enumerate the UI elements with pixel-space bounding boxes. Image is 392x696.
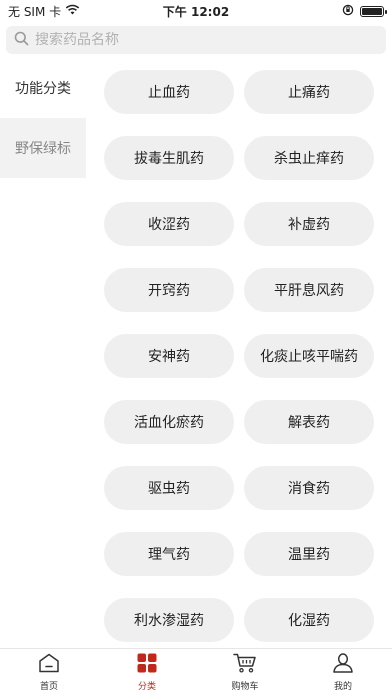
category-chip[interactable]: 利水渗湿药 [104, 598, 234, 642]
category-chip[interactable]: 化痰止咳平喘药 [244, 334, 374, 378]
category-chip[interactable]: 活血化瘀药 [104, 400, 234, 444]
category-chip[interactable]: 温里药 [244, 532, 374, 576]
category-chip[interactable]: 杀虫止痒药 [244, 136, 374, 180]
category-chip[interactable]: 安神药 [104, 334, 234, 378]
battery-icon [360, 5, 387, 17]
category-chip[interactable]: 止血药 [104, 70, 234, 114]
tab-label: 分类 [137, 682, 156, 692]
bottom-tab-bar: 首页 分类 购物车 我的 [0, 648, 392, 696]
search-bar[interactable] [6, 26, 386, 54]
tab-cart[interactable]: 购物车 [196, 649, 294, 696]
category-chip[interactable]: 开窍药 [104, 268, 234, 312]
tab-label: 首页 [39, 682, 58, 692]
category-chip[interactable]: 消食药 [244, 466, 374, 510]
category-chip[interactable]: 理气药 [104, 532, 234, 576]
sidebar-item-label: 功能分类 [15, 81, 71, 97]
category-chip[interactable]: 收涩药 [104, 202, 234, 246]
category-chip[interactable]: 化湿药 [244, 598, 374, 642]
category-chip[interactable]: 平肝息风药 [244, 268, 374, 312]
category-chip[interactable]: 止痛药 [244, 70, 374, 114]
category-chip[interactable]: 驱虫药 [104, 466, 234, 510]
category-sidebar: 功能分类 野保绿标 [0, 58, 86, 648]
tab-label: 购物车 [231, 682, 259, 692]
sidebar-item-label: 野保绿标 [15, 141, 71, 157]
sidebar-item-function-category[interactable]: 功能分类 [0, 58, 86, 118]
status-time: 下午 12:02 [162, 4, 230, 19]
cart-icon [233, 653, 257, 677]
category-chip[interactable]: 解表药 [244, 400, 374, 444]
tab-label: 我的 [333, 682, 352, 692]
search-input[interactable] [35, 32, 365, 48]
status-bar: 无 SIM 卡 下午 12:02 [0, 0, 392, 22]
category-grid: 止血药 止痛药 拔毒生肌药 杀虫止痒药 收涩药 补虚药 开窍药 平肝息风药 安神… [104, 70, 374, 642]
sidebar-item-wildlife-green-label[interactable]: 野保绿标 [0, 118, 86, 178]
home-icon [38, 653, 60, 677]
tab-profile[interactable]: 我的 [294, 649, 392, 696]
category-chip[interactable]: 补虚药 [244, 202, 374, 246]
category-icon [136, 653, 158, 677]
profile-icon [332, 653, 354, 677]
search-icon [14, 31, 29, 50]
tab-home[interactable]: 首页 [0, 649, 98, 696]
category-chip[interactable]: 拔毒生肌药 [104, 136, 234, 180]
tab-category[interactable]: 分类 [98, 649, 196, 696]
